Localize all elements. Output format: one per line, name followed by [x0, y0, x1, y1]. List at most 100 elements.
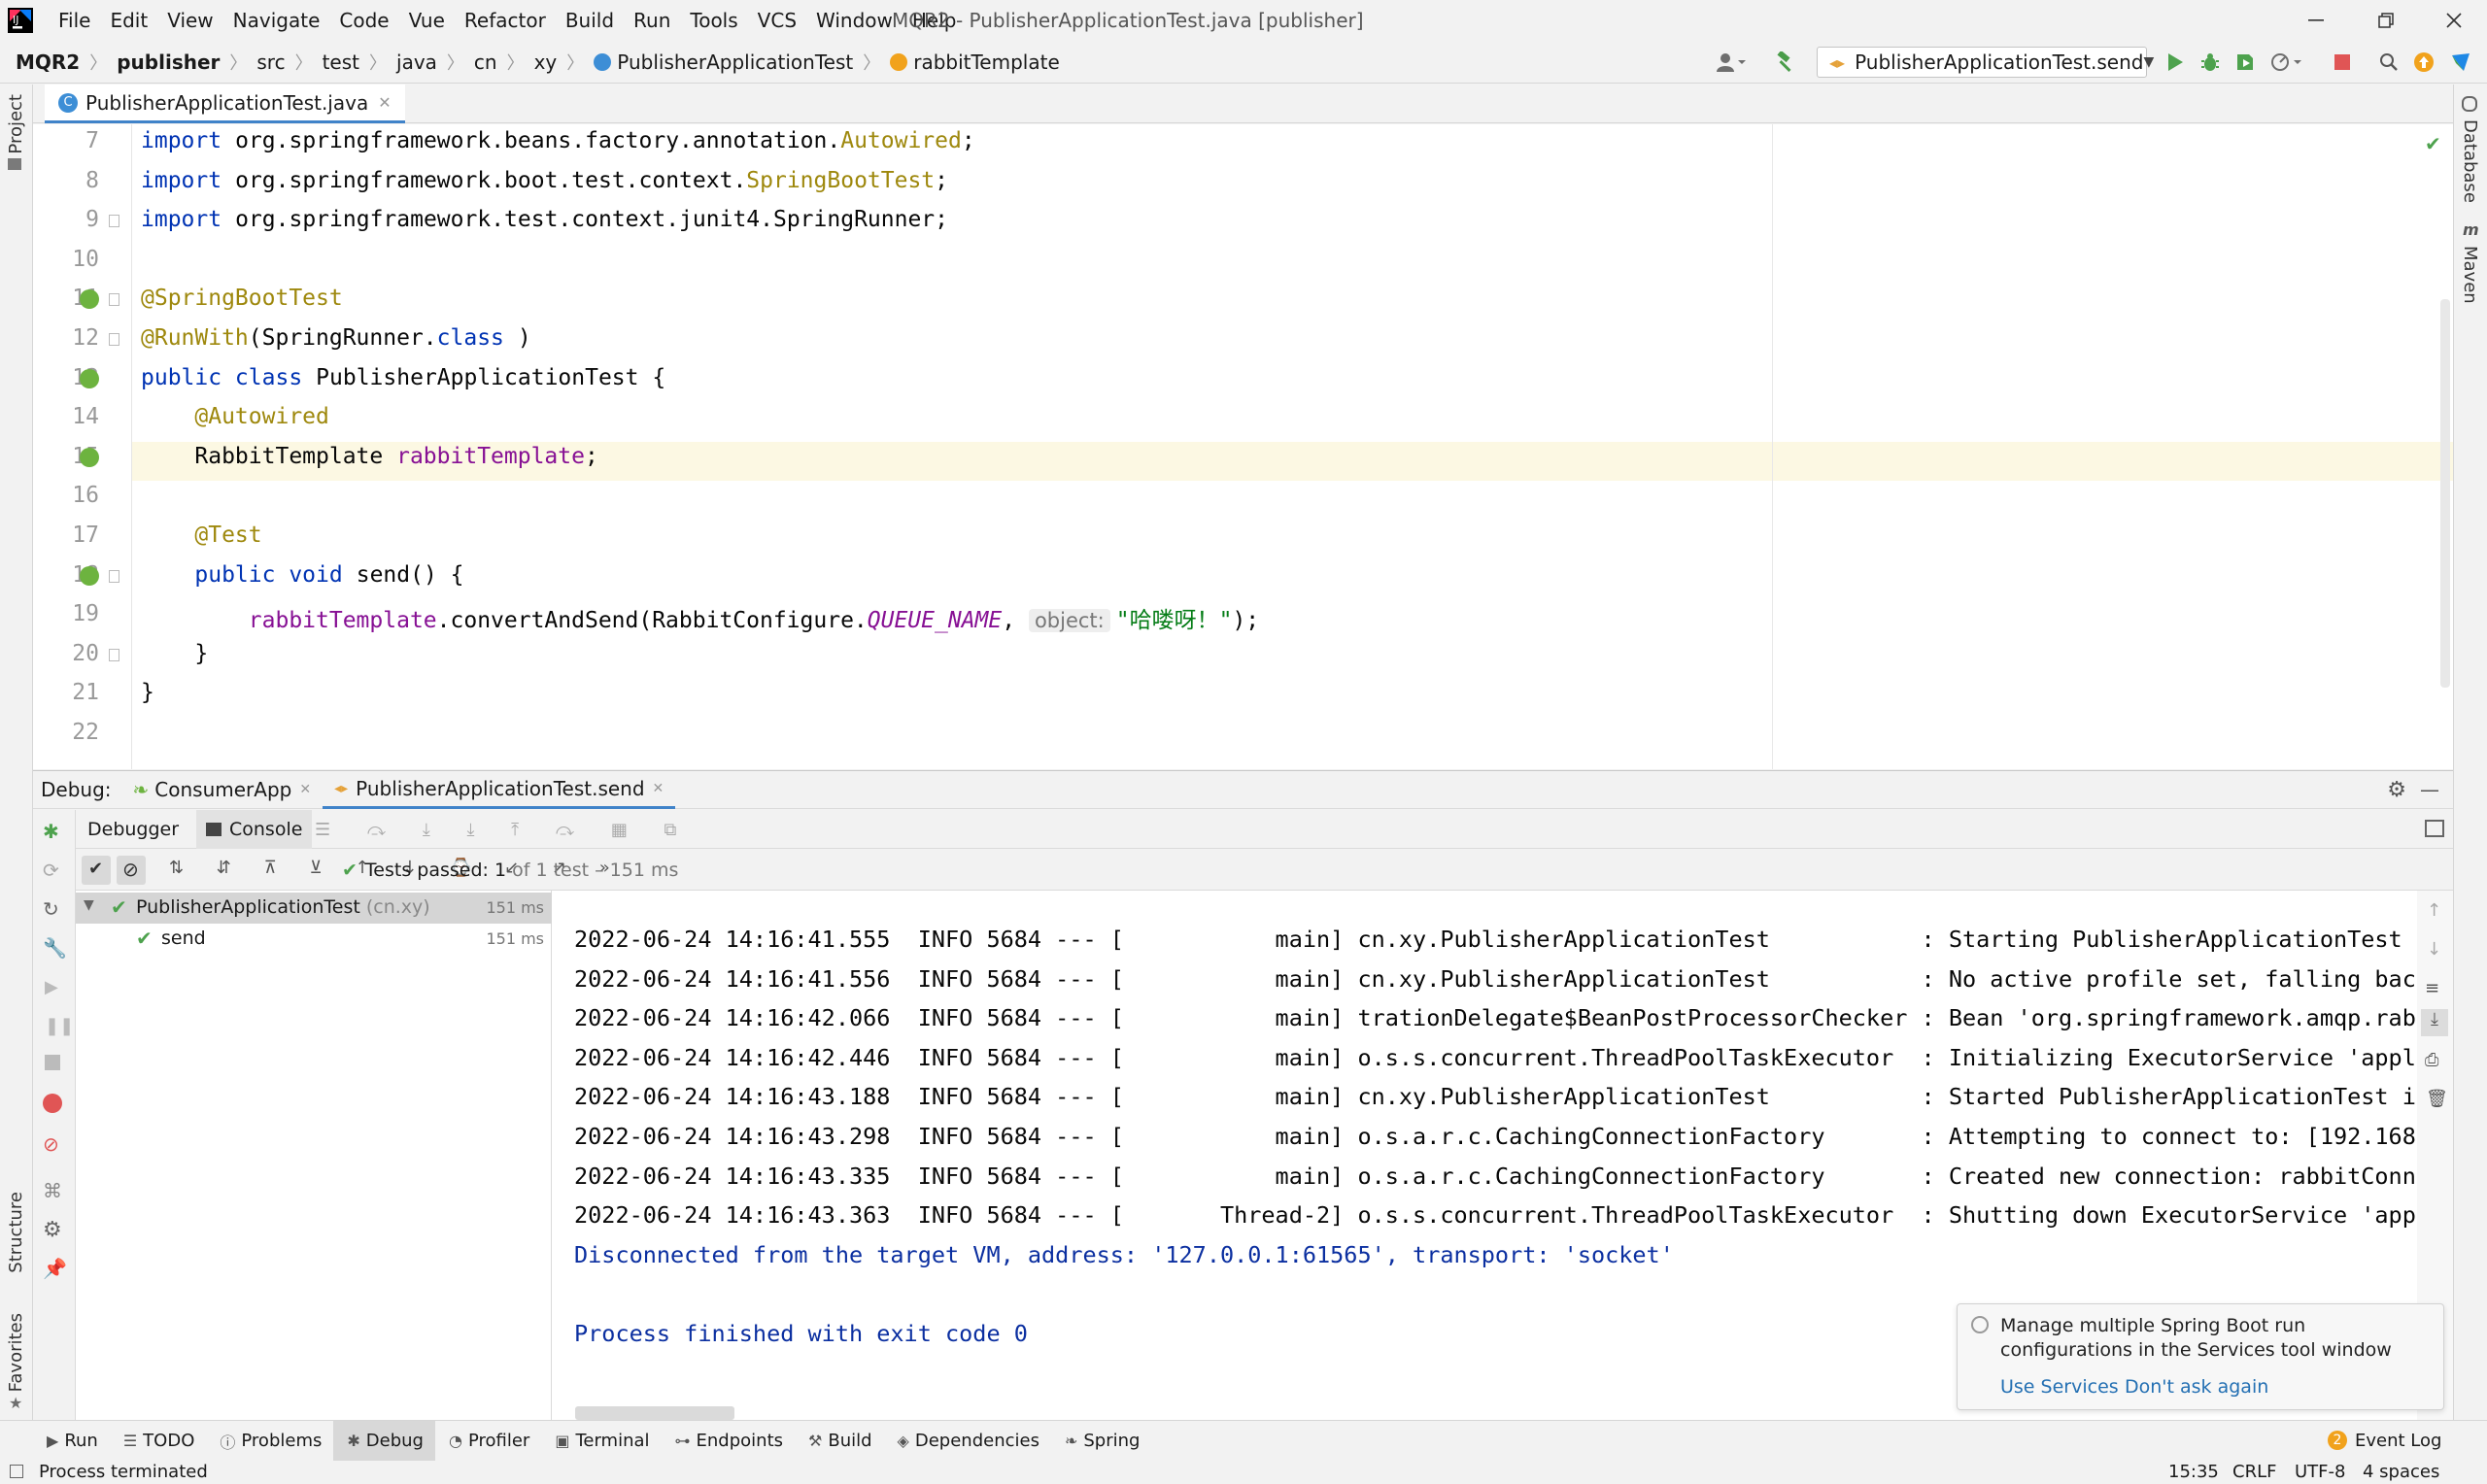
search-icon[interactable]: [2376, 51, 2402, 74]
tool-tab-dependencies[interactable]: ◈ Dependencies: [884, 1421, 1051, 1462]
favorites-tool-button[interactable]: Favorites: [6, 1313, 26, 1392]
layout-icon[interactable]: [2425, 820, 2444, 837]
menu-refactor[interactable]: Refactor: [455, 0, 556, 41]
arrow-down-icon[interactable]: ↓: [2427, 939, 2441, 960]
show-ignored-toggle[interactable]: ⊘: [117, 856, 146, 885]
dont-ask-again-link[interactable]: Don't ask again: [2125, 1376, 2268, 1398]
menu-vue[interactable]: Vue: [399, 0, 455, 41]
minimize-button[interactable]: [2281, 0, 2351, 41]
print-icon[interactable]: ⎙: [2425, 1050, 2438, 1070]
tool-tab-problems[interactable]: ⓘ Problems: [206, 1421, 333, 1462]
hide-panel-icon[interactable]: —: [2420, 778, 2439, 801]
breadcrumb-item[interactable]: PublisherApplicationTest 〉: [594, 50, 890, 75]
chevron-down-icon[interactable]: ▼: [84, 897, 94, 913]
soft-wrap-icon[interactable]: ≡: [2425, 978, 2439, 998]
toggle-auto-test-icon[interactable]: ↻: [43, 897, 59, 921]
plugin-logo-icon[interactable]: [2448, 51, 2473, 74]
project-tool-button[interactable]: Project: [6, 94, 26, 154]
stop-icon[interactable]: [45, 1055, 60, 1070]
menu-edit[interactable]: Edit: [100, 0, 157, 41]
file-encoding[interactable]: UTF-8: [2295, 1462, 2345, 1482]
toggle-tool-windows-icon[interactable]: [10, 1465, 23, 1478]
inspection-ok-icon[interactable]: ✔: [2425, 132, 2441, 155]
database-tool-button[interactable]: Database: [2460, 119, 2480, 203]
maven-tool-button[interactable]: Maven: [2460, 246, 2480, 304]
scroll-to-end-icon[interactable]: ⤓: [2421, 1009, 2448, 1036]
breadcrumb-item[interactable]: publisher 〉: [117, 50, 256, 75]
tool-tab-run[interactable]: ▶ Run: [33, 1421, 110, 1462]
stepping-toolbar[interactable]: ☰ ⤼ ⤓ ⤓ ⤒ ⤼ ▦ ⧉: [315, 820, 692, 840]
tool-tab-debug[interactable]: ✱ Debug: [333, 1420, 435, 1462]
menu-tools[interactable]: Tools: [680, 0, 747, 41]
gear-icon[interactable]: ⚙: [43, 1218, 62, 1242]
code-editor[interactable]: 78910111213141516171819202122 importorg.…: [33, 124, 2453, 769]
close-tab-icon[interactable]: ✕: [299, 782, 311, 797]
update-icon[interactable]: [2411, 51, 2436, 74]
debug-tab-publisher-send[interactable]: ◂▸ PublisherApplicationTest.send ✕: [323, 770, 676, 809]
menu-vcs[interactable]: VCS: [748, 0, 806, 41]
gear-icon[interactable]: ⚙: [2387, 778, 2406, 802]
settings-wrench-icon[interactable]: 🔧: [43, 936, 67, 960]
debug-bug-icon[interactable]: [2197, 51, 2223, 74]
run-configuration-select[interactable]: ◂▸ PublisherApplicationTest.send ▼: [1817, 47, 2154, 78]
indent-setting[interactable]: 4 spaces: [2363, 1462, 2439, 1482]
tool-tab-terminal[interactable]: ▣ Terminal: [541, 1421, 661, 1462]
tool-tab-build[interactable]: ⚒ Build: [795, 1421, 884, 1462]
breadcrumb-item[interactable]: rabbitTemplate: [890, 51, 1060, 74]
user-icon[interactable]: [1712, 51, 1751, 74]
rerun-debug-icon[interactable]: ✱: [43, 820, 59, 843]
code-token-str: "哈喽呀！": [1115, 608, 1233, 634]
run-with-coverage-icon[interactable]: [2232, 51, 2258, 74]
close-tab-icon[interactable]: ✕: [378, 93, 391, 112]
profiler-icon[interactable]: [2267, 51, 2306, 74]
rerun-failed-icon[interactable]: ⟳: [43, 859, 59, 882]
view-breakpoints-icon[interactable]: [43, 1094, 62, 1113]
use-services-link[interactable]: Use Services: [2000, 1376, 2119, 1398]
caret-position[interactable]: 15:35: [2168, 1462, 2219, 1482]
tool-tab-todo[interactable]: ☰ TODO: [110, 1421, 207, 1462]
pause-icon[interactable]: ❚❚: [45, 1016, 74, 1036]
menu-window[interactable]: Window: [806, 0, 903, 41]
tab-publisher-application-test[interactable]: C PublisherApplicationTest.java ✕: [45, 84, 405, 123]
show-passed-toggle[interactable]: ✔: [82, 856, 111, 885]
subtab-console[interactable]: Console: [196, 810, 313, 849]
breadcrumb-item[interactable]: src 〉: [256, 50, 322, 75]
event-log-button[interactable]: 2 Event Log: [2328, 1428, 2441, 1453]
resume-icon[interactable]: ▶: [45, 977, 58, 997]
breadcrumb-item[interactable]: java 〉: [396, 50, 474, 75]
pin-icon[interactable]: 📌: [43, 1257, 67, 1280]
camera-icon[interactable]: ⌘: [43, 1179, 62, 1202]
tool-tab-profiler[interactable]: ◔ Profiler: [435, 1421, 541, 1462]
breadcrumb-item[interactable]: cn 〉: [474, 50, 534, 75]
code-line: @Autowired: [141, 404, 328, 429]
code-token: ,: [1002, 608, 1029, 634]
structure-tool-button[interactable]: Structure: [6, 1192, 26, 1273]
tree-row[interactable]: ✔ send 151 ms: [76, 924, 552, 955]
run-icon[interactable]: [2163, 51, 2188, 74]
menu-view[interactable]: View: [157, 0, 222, 41]
menu-code[interactable]: Code: [329, 0, 398, 41]
menu-file[interactable]: File: [49, 0, 100, 41]
console-hscrollbar[interactable]: [575, 1406, 734, 1420]
restore-button[interactable]: [2351, 0, 2421, 41]
tool-tab-spring[interactable]: ❧ Spring: [1051, 1421, 1152, 1462]
tree-row-selected[interactable]: ▼ ✔ PublisherApplicationTest (cn.xy) 151…: [76, 893, 552, 924]
editor-scrollbar[interactable]: [2440, 299, 2450, 688]
arrow-up-icon[interactable]: ↑: [2427, 900, 2441, 921]
trash-icon[interactable]: 🗑: [2426, 1089, 2448, 1109]
mute-breakpoints-icon[interactable]: ⊘: [43, 1132, 59, 1156]
menu-run[interactable]: Run: [624, 0, 680, 41]
breadcrumb-item[interactable]: MQR2 〉: [16, 50, 117, 75]
menu-navigate[interactable]: Navigate: [223, 0, 330, 41]
breadcrumb-item[interactable]: xy 〉: [534, 50, 595, 75]
stop-icon[interactable]: [2330, 51, 2355, 74]
build-hammer-icon[interactable]: [1774, 51, 1799, 74]
tool-tab-endpoints[interactable]: ⊶ Endpoints: [662, 1421, 796, 1462]
close-tab-icon[interactable]: ✕: [653, 781, 664, 796]
menu-build[interactable]: Build: [556, 0, 624, 41]
close-window-button[interactable]: [2419, 0, 2487, 41]
debug-tab-consumer-app[interactable]: ❧ ConsumerApp ✕: [121, 770, 324, 809]
breadcrumb-item[interactable]: test 〉: [323, 50, 396, 75]
line-separator[interactable]: CRLF: [2232, 1462, 2276, 1482]
subtab-debugger[interactable]: Debugger: [87, 810, 179, 849]
